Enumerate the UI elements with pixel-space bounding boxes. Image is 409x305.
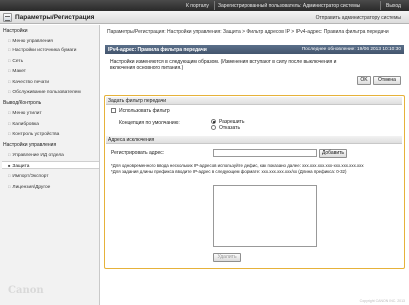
prefix-hint: *Для задания длины префикса вводите IP-а… bbox=[111, 169, 347, 174]
sidebar-item-license[interactable]: Лицензия/Другое bbox=[8, 184, 50, 190]
ok-button[interactable]: OK bbox=[357, 76, 371, 85]
hyphen-hint: *Для одновременного ввода нескольких IP-… bbox=[111, 163, 364, 168]
svg-text:Canon: Canon bbox=[8, 285, 44, 296]
user-status-label: Зарегистрированный пользователь: Админис… bbox=[218, 3, 361, 9]
portal-link[interactable]: К порталу bbox=[186, 3, 209, 9]
sidebar-section-output: Вывод/Контроль bbox=[3, 100, 42, 106]
top-bar-divider bbox=[380, 1, 381, 10]
sidebar-item-network[interactable]: Сеть bbox=[8, 58, 23, 64]
page-title: IPv4-адрес: Правила фильтра передачи bbox=[108, 47, 207, 53]
send-to-admin-link[interactable]: Отправить администратору системы bbox=[316, 15, 401, 21]
filter-section-heading: Задать фильтр передачи bbox=[106, 97, 402, 105]
top-bar-divider bbox=[214, 1, 215, 10]
exception-address-list[interactable] bbox=[213, 185, 317, 247]
default-policy-label: Концепция по умолчанию: bbox=[119, 120, 180, 126]
top-bar: К порталу Зарегистрированный пользовател… bbox=[0, 0, 409, 11]
page-title-bar: IPv4-адрес: Правила фильтра передачи Пос… bbox=[105, 45, 404, 54]
page-header: Параметры/Регистрация Отправить админист… bbox=[0, 11, 409, 24]
use-filter-label: Использовать фильтр bbox=[119, 108, 170, 114]
exception-section-heading: Адреса исключения bbox=[106, 136, 402, 144]
delete-button[interactable]: Удалить bbox=[213, 253, 241, 262]
settings-notice: Настройки изменяются в следующим образом… bbox=[110, 59, 337, 71]
breadcrumb: Параметры/Регистрация: Настройки управле… bbox=[107, 29, 389, 35]
logout-link[interactable]: Выход bbox=[386, 3, 401, 9]
sidebar-section-settings: Настройки bbox=[3, 28, 28, 34]
copyright-text: Copyright CANON INC. 2013 bbox=[359, 299, 405, 303]
last-update-label: Последнее обновление: 19/06 2013 10:10:3… bbox=[301, 47, 401, 52]
filter-settings-panel: Задать фильтр передачи Использовать филь… bbox=[104, 95, 405, 269]
deny-radio[interactable] bbox=[211, 125, 216, 130]
settings-app-icon bbox=[3, 13, 12, 22]
sidebar-item-device-control[interactable]: Контроль устройства bbox=[8, 131, 59, 137]
sidebar-item-utility-menu[interactable]: Меню утилит bbox=[8, 110, 41, 116]
add-button[interactable]: Добавить bbox=[319, 149, 347, 158]
use-filter-checkbox[interactable] bbox=[111, 108, 116, 113]
canon-logo: Canon bbox=[2, 279, 62, 299]
sidebar-item-security[interactable]: Защита bbox=[8, 163, 29, 169]
app-title: Параметры/Регистрация bbox=[15, 14, 95, 21]
sidebar-item-calibration[interactable]: Калибровка bbox=[8, 121, 38, 127]
sidebar-section-management: Настройки управления bbox=[3, 142, 57, 148]
allow-radio[interactable] bbox=[211, 119, 216, 124]
register-address-input[interactable] bbox=[213, 149, 317, 157]
sidebar-item-paper-source[interactable]: Настройки источника бумаги bbox=[8, 47, 76, 53]
sidebar-item-print-quality[interactable]: Качество печати bbox=[8, 79, 49, 85]
sidebar-item-control-menu[interactable]: Меню управления bbox=[8, 38, 52, 44]
sidebar-item-department-id[interactable]: Управление ИД отдела bbox=[8, 152, 63, 158]
sidebar-item-user-maintenance[interactable]: Обслуживание пользователем bbox=[8, 89, 80, 95]
register-address-label: Регистрировать адрес: bbox=[111, 150, 165, 156]
sidebar-item-layout[interactable]: Макет bbox=[8, 68, 26, 74]
cancel-button[interactable]: Отмена bbox=[373, 76, 401, 85]
sidebar-item-import-export[interactable]: Импорт/Экспорт bbox=[8, 173, 48, 179]
deny-radio-label: Отказать bbox=[219, 125, 241, 131]
sidebar: Настройки Меню управления Настройки исто… bbox=[0, 25, 100, 305]
